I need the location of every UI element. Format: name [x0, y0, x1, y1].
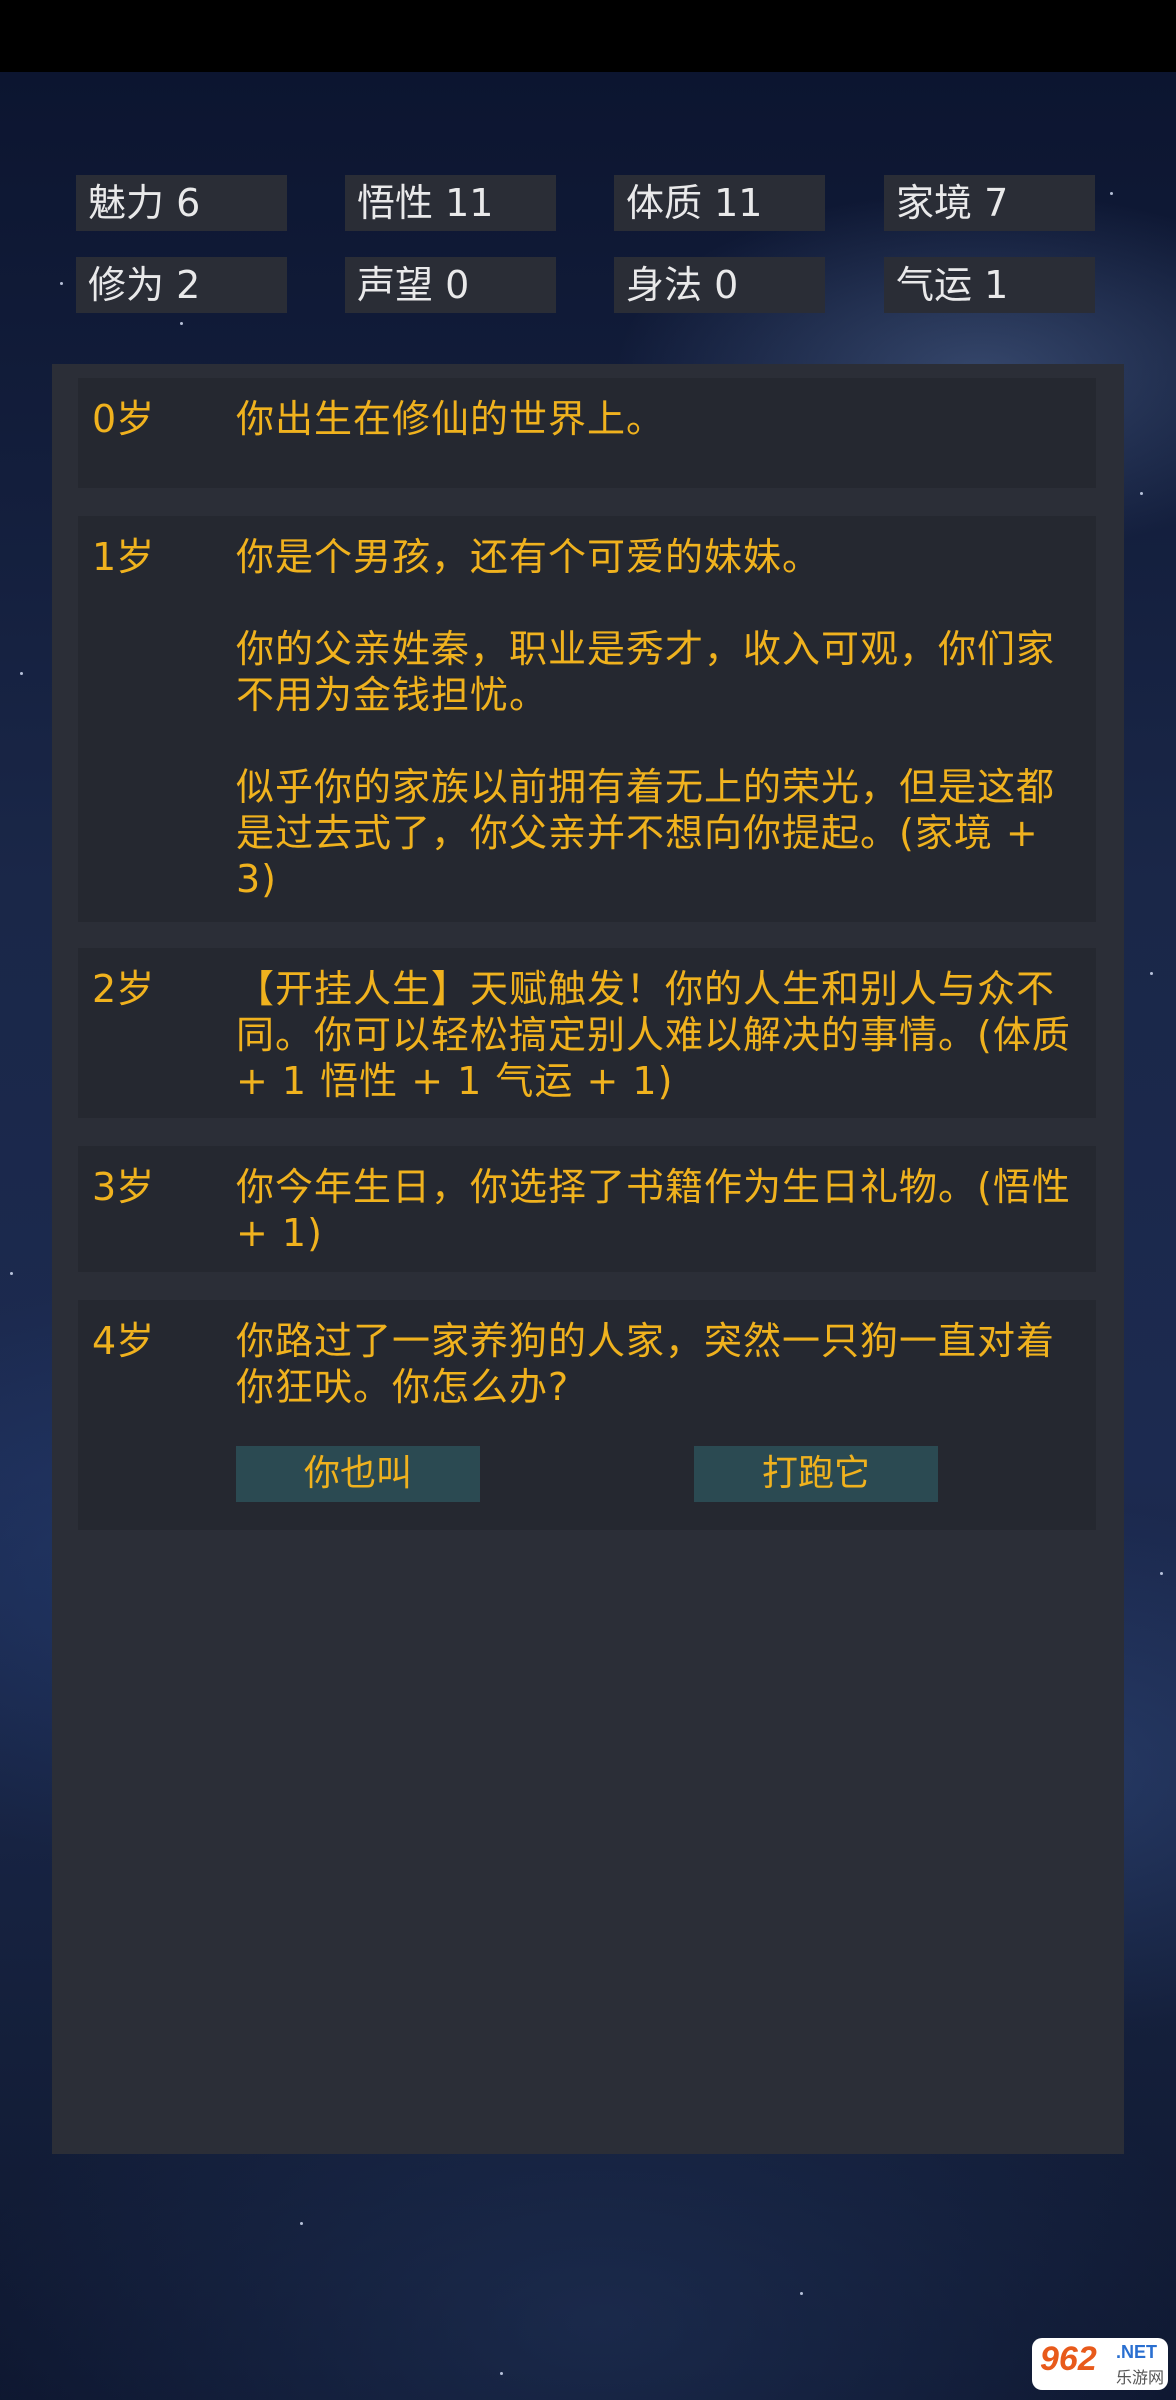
event-text: 你出生在修仙的世界上。 — [236, 396, 1076, 442]
event-age: 2岁 — [92, 967, 155, 1011]
event-card: 2岁 【开挂人生】天赋触发！你的人生和别人与众不同。你可以轻松搞定别人难以解决的… — [78, 948, 1096, 1118]
event-age: 0岁 — [92, 397, 155, 441]
event-age: 4岁 — [92, 1319, 155, 1363]
event-paragraph: 似乎你的家族以前拥有着无上的荣光，但是这都是过去式了，你父亲并不想向你提起。(家… — [236, 765, 1056, 901]
event-paragraph: 你是个男孩，还有个可爱的妹妹。 — [236, 535, 822, 579]
stat-cultivation: 修为 2 — [76, 257, 287, 313]
watermark-net: .NET — [1116, 2342, 1158, 2362]
event-paragraph: 你今年生日，你选择了书籍作为生日礼物。(悟性 + 1) — [236, 1165, 1071, 1255]
event-card-current: 4岁 你路过了一家养狗的人家，突然一只狗一直对着你狂吠。你怎么办? 你也叫 打跑… — [78, 1300, 1096, 1530]
event-paragraph: 你的父亲姓秦，职业是秀才，收入可观，你们家不用为金钱担忧。 — [236, 627, 1056, 717]
event-text: 你路过了一家养狗的人家，突然一只狗一直对着你狂吠。你怎么办? — [236, 1318, 1076, 1410]
status-bar — [0, 0, 1176, 72]
stat-comprehension: 悟性 11 — [345, 175, 556, 231]
stat-agility: 身法 0 — [614, 257, 825, 313]
stat-luck: 气运 1 — [884, 257, 1095, 313]
watermark-number: 962 — [1040, 2340, 1097, 2378]
event-paragraph: 【开挂人生】天赋触发！你的人生和别人与众不同。你可以轻松搞定别人难以解决的事情。… — [236, 967, 1071, 1103]
event-paragraph: 你路过了一家养狗的人家，突然一只狗一直对着你狂吠。你怎么办? — [236, 1319, 1056, 1409]
choice-button-chase-away[interactable]: 打跑它 — [694, 1446, 938, 1502]
event-log-panel[interactable]: 0岁 你出生在修仙的世界上。 1岁 你是个男孩，还有个可爱的妹妹。 你的父亲姓秦… — [52, 364, 1124, 2154]
event-age: 1岁 — [92, 535, 155, 579]
stat-reputation: 声望 0 — [345, 257, 556, 313]
stat-charm: 魅力 6 — [76, 175, 287, 231]
event-text: 你是个男孩，还有个可爱的妹妹。 你的父亲姓秦，职业是秀才，收入可观，你们家不用为… — [236, 534, 1076, 902]
watermark-cn: 乐游网 — [1116, 2370, 1165, 2387]
choice-button-bark-back[interactable]: 你也叫 — [236, 1446, 480, 1502]
site-watermark-logo: 962 .NET 乐游网 — [1032, 2338, 1168, 2390]
event-text: 【开挂人生】天赋触发！你的人生和别人与众不同。你可以轻松搞定别人难以解决的事情。… — [236, 966, 1076, 1104]
event-card: 0岁 你出生在修仙的世界上。 — [78, 378, 1096, 488]
stat-family: 家境 7 — [884, 175, 1095, 231]
event-age: 3岁 — [92, 1165, 155, 1209]
event-paragraph: 你出生在修仙的世界上。 — [236, 397, 666, 441]
event-text: 你今年生日，你选择了书籍作为生日礼物。(悟性 + 1) — [236, 1164, 1076, 1256]
event-card: 1岁 你是个男孩，还有个可爱的妹妹。 你的父亲姓秦，职业是秀才，收入可观，你们家… — [78, 516, 1096, 922]
event-card: 3岁 你今年生日，你选择了书籍作为生日礼物。(悟性 + 1) — [78, 1146, 1096, 1272]
stat-constitution: 体质 11 — [614, 175, 825, 231]
